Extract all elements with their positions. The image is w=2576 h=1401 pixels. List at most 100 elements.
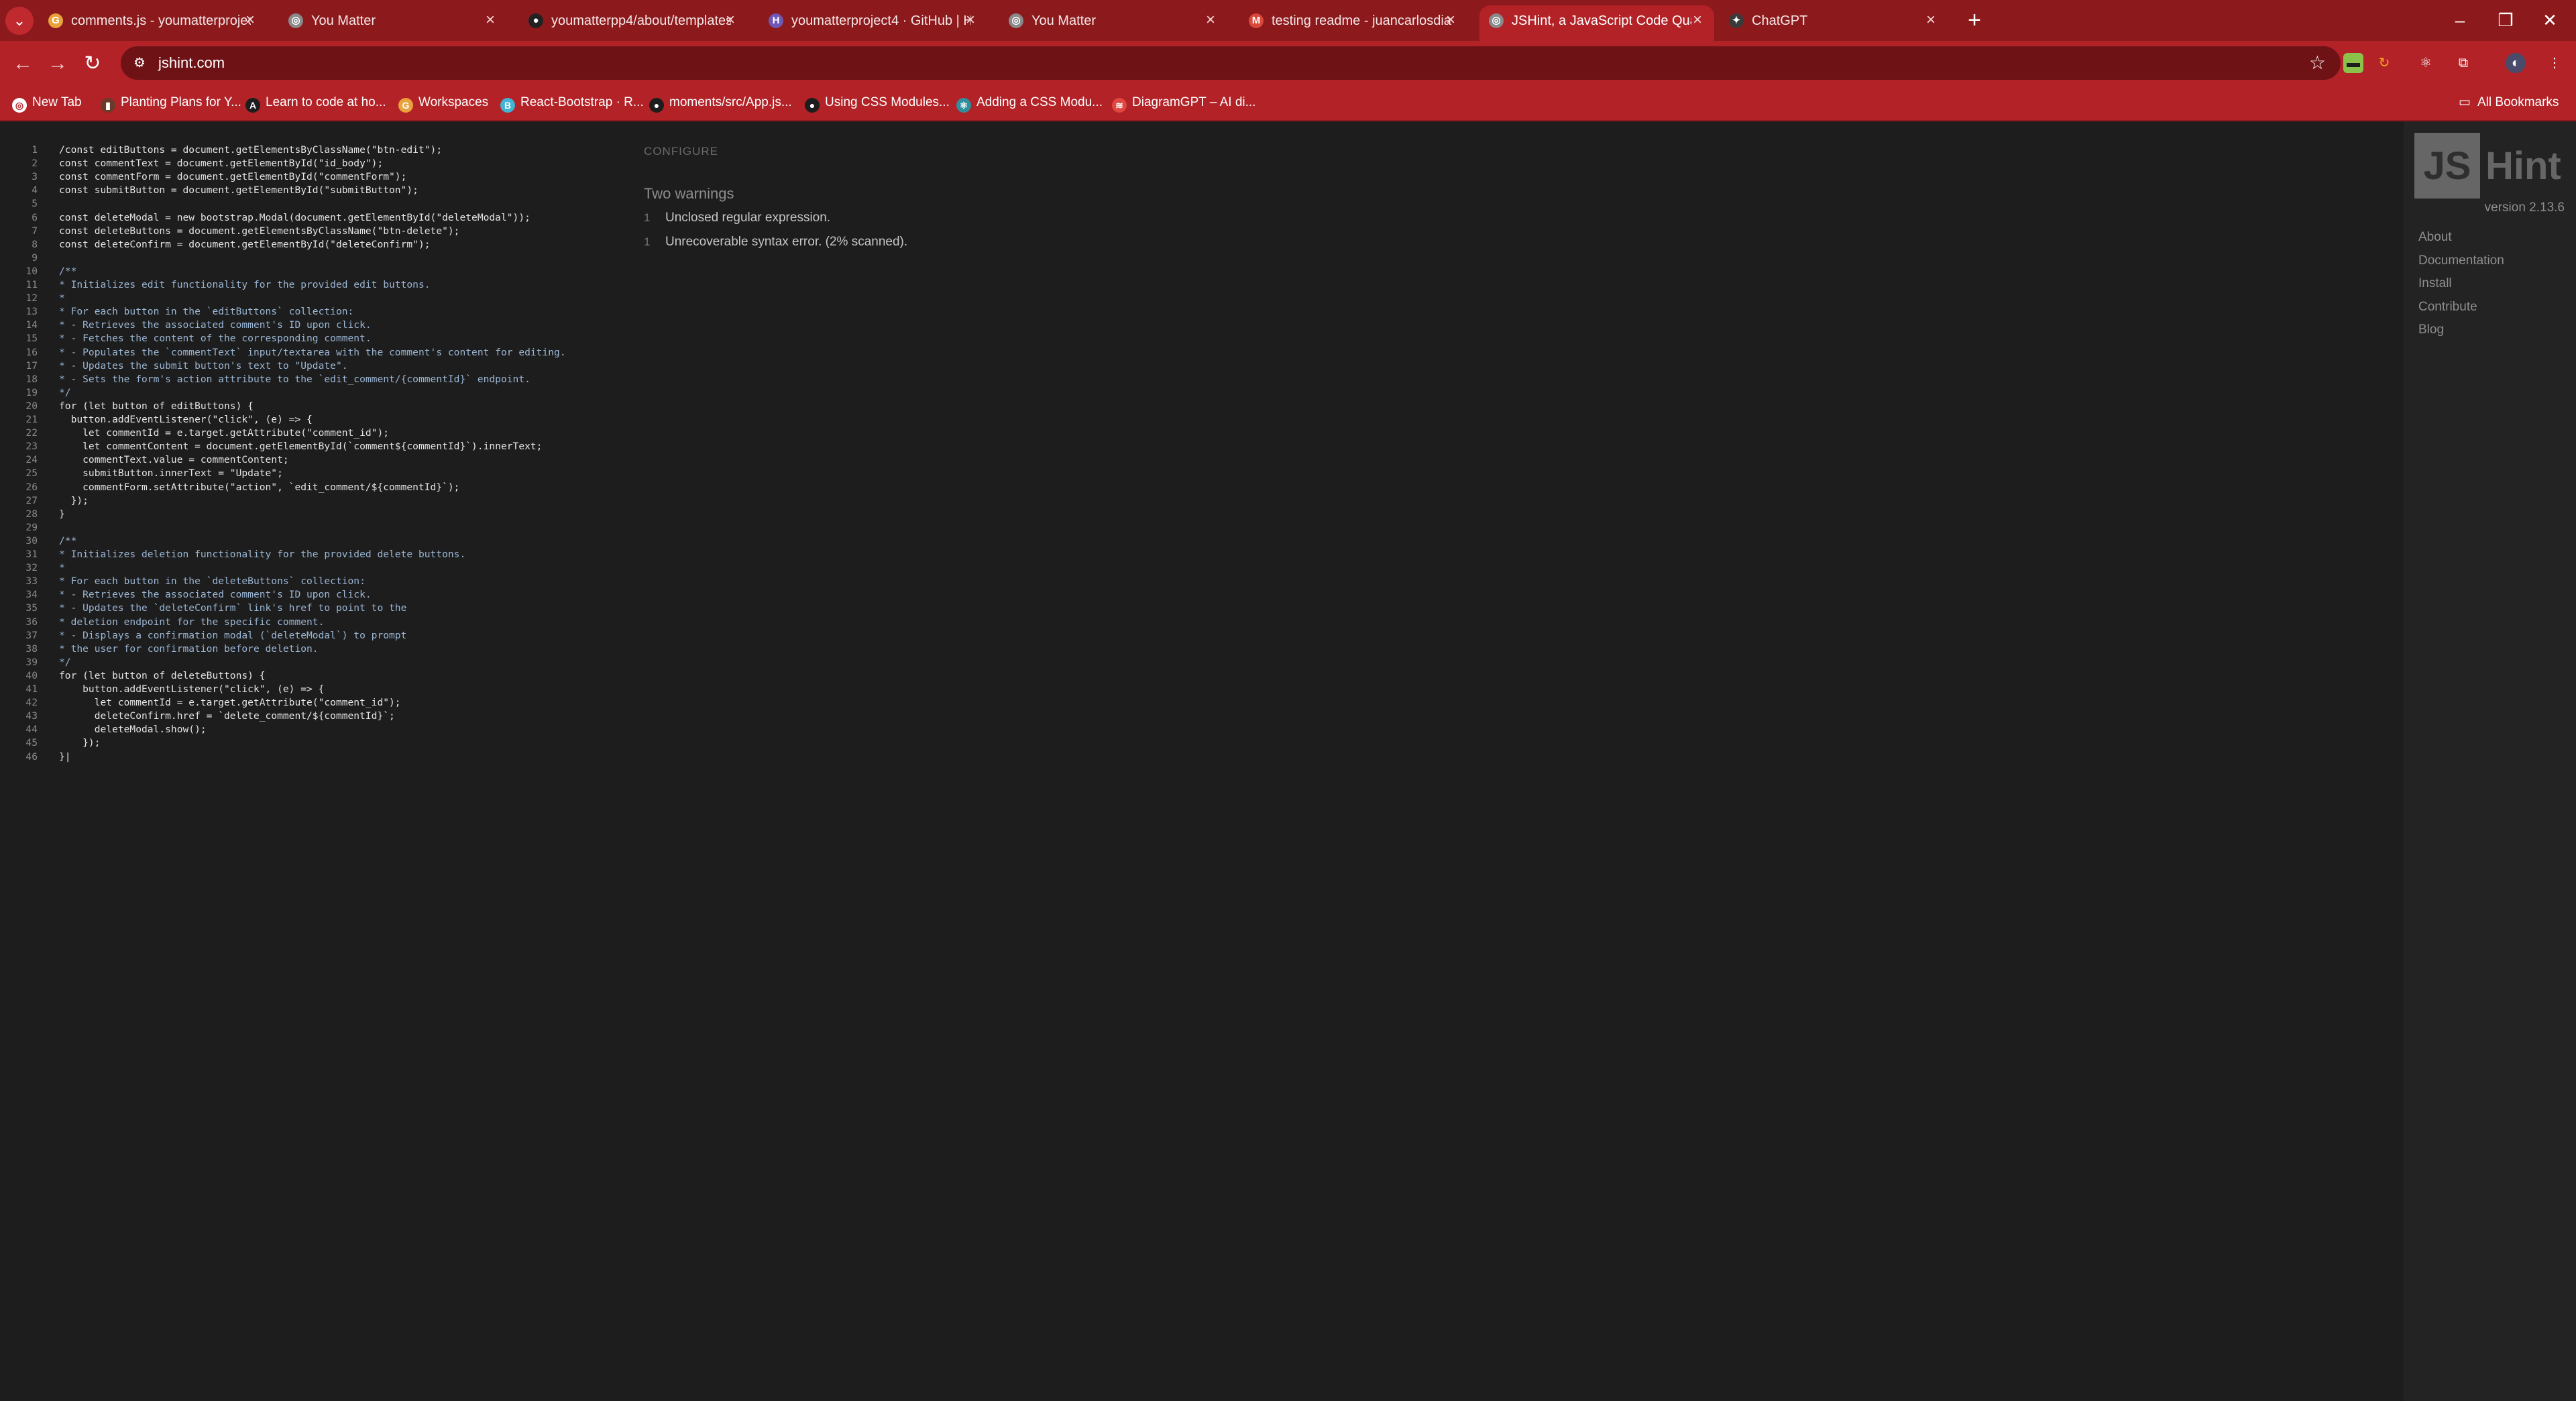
line-number: 25 [25, 467, 38, 480]
warning-item: 1 Unclosed regular expression. [644, 209, 830, 227]
report-title: Two warnings [644, 185, 734, 202]
jshint-logo[interactable]: JS Hint [2414, 133, 2563, 200]
menu-kebab-icon[interactable]: ⋮ [2544, 53, 2565, 73]
close-tab-icon[interactable]: × [486, 12, 495, 28]
sidebar-link-install[interactable]: Install [2418, 276, 2452, 291]
arrow-left-icon: ← [13, 52, 33, 74]
tab[interactable]: Mtesting readme - juancarlosdiaz × [1239, 5, 1467, 36]
code-text: */ [59, 656, 71, 668]
extension-chat-icon[interactable]: ▬ [2343, 53, 2363, 73]
bookmark-item[interactable]: G Workspaces [398, 93, 488, 113]
close-tab-icon[interactable]: × [1206, 12, 1215, 28]
code-editor[interactable]: 1/const editButtons = document.getElemen… [0, 134, 624, 805]
bookmark-item[interactable]: A Learn to code at ho... [245, 93, 386, 113]
code-text: }); [59, 737, 101, 749]
code-text: let commentContent = document.getElement… [59, 441, 543, 453]
line-number: 7 [32, 225, 38, 237]
tab[interactable]: ● youmatterpp4/about/templates × [519, 5, 747, 36]
code-text: const deleteModal = new bootstrap.Modal(… [59, 211, 530, 223]
line-number: 3 [32, 171, 38, 183]
code-text: commentForm.setAttribute("action", `edit… [59, 481, 460, 493]
warning-line-number: 1 [644, 211, 651, 224]
code-text: * For each button in the `deleteButtons`… [59, 575, 366, 587]
minimize-icon: – [2455, 10, 2465, 30]
tab[interactable]: ◎ JSHint, a JavaScript Code Quality Tool× [1479, 5, 1714, 41]
bookmark-item[interactable]: ◎ New Tab [12, 93, 82, 113]
warning-item: 1 Unrecoverable syntax error. (2% scanned… [644, 233, 907, 251]
url-text[interactable]: jshint.com [158, 54, 225, 72]
back-button[interactable]: ← [9, 50, 36, 77]
close-tab-icon[interactable]: × [966, 12, 975, 28]
tab[interactable]: ◎ You Matter × [999, 5, 1227, 36]
line-number: 22 [25, 427, 38, 439]
line-number: 11 [25, 279, 38, 290]
bookmark-item[interactable]: ⚛ Adding a CSS Modu... [956, 93, 1103, 113]
site-settings-icon[interactable]: ⚙ [131, 55, 148, 71]
tab-title: JSHint, a JavaScript Code Quality Tool [1512, 13, 1691, 28]
tab-search-button[interactable]: ⌄ [5, 7, 34, 35]
bookmark-item[interactable]: ≋ DiagramGPT – AI di... [1112, 93, 1255, 113]
new-tab-button[interactable]: + [1961, 8, 1988, 35]
bookmark-label: Adding a CSS Modu... [976, 95, 1103, 109]
tab-title: youmatterpp4/about/templates [551, 13, 731, 28]
line-number: 32 [25, 562, 38, 574]
code-text: deleteConfirm.href = `delete_comment/${c… [59, 710, 395, 722]
bookmark-label: DiagramGPT – AI di... [1132, 95, 1256, 109]
tab[interactable]: Gcomments.js - youmatterproject × [39, 5, 267, 36]
close-tab-icon[interactable]: × [1446, 12, 1455, 28]
google-cloud-icon: G [48, 13, 63, 28]
all-bookmarks-button[interactable]: ▭ All Bookmarks [2459, 93, 2559, 113]
bookmark-item[interactable]: ▮ Planting Plans for Y... [101, 93, 241, 113]
line-number: 20 [25, 400, 38, 412]
forward-button[interactable]: → [44, 50, 71, 77]
logo-hint: Hint [2485, 144, 2561, 188]
line-number: 44 [25, 724, 38, 736]
code-text: deleteModal.show(); [59, 724, 207, 736]
globe-icon: ◎ [1009, 13, 1023, 28]
extension-refresh-icon[interactable]: ↻ [2374, 53, 2394, 73]
line-number: 24 [25, 454, 38, 466]
code-text: }| [59, 750, 71, 763]
configure-link[interactable]: CONFIGURE [644, 145, 718, 158]
close-tab-icon[interactable]: × [1693, 12, 1702, 28]
reload-button[interactable]: ↻ [79, 50, 106, 77]
bookmark-item[interactable]: B React-Bootstrap · R... [500, 93, 644, 113]
sidebar-link-documentation[interactable]: Documentation [2418, 254, 2504, 268]
tab[interactable]: ◎ You Matter × [279, 5, 507, 36]
chevron-down-icon: ⌄ [13, 12, 26, 29]
bookmark-label: moments/src/App.js... [669, 95, 792, 109]
line-number: 4 [32, 184, 38, 197]
close-tab-icon[interactable]: × [245, 12, 255, 28]
restore-button[interactable]: ❐ [2485, 7, 2526, 34]
bookmark-star-icon[interactable]: ☆ [2309, 52, 2326, 74]
tab-title: You Matter [311, 13, 376, 28]
sidebar-link-blog[interactable]: Blog [2418, 323, 2444, 337]
line-number: 29 [25, 521, 38, 533]
bookmark-item[interactable]: ● Using CSS Modules... [805, 93, 950, 113]
address-bar[interactable]: ⚙ jshint.com ☆ [121, 46, 2341, 80]
reload-icon: ↻ [84, 52, 101, 74]
extension-react-icon[interactable]: ⚛ [2416, 53, 2436, 73]
minimize-button[interactable]: – [2440, 7, 2480, 34]
toolbar: ← → ↻ ⚙ jshint.com ☆ ▬ ↻ ⚛ ⧉ ◐ ⋮ [0, 41, 2576, 85]
close-tab-icon[interactable]: × [726, 12, 735, 28]
extensions-puzzle-icon[interactable]: ⧉ [2453, 53, 2473, 73]
close-window-button[interactable]: ✕ [2530, 7, 2570, 34]
profile-avatar[interactable]: ◐ [2506, 53, 2526, 73]
code-text: * - Fetches the content of the correspon… [59, 333, 372, 345]
globe-icon: ◎ [12, 98, 27, 113]
code-text: submitButton.innerText = "Update"; [59, 467, 283, 480]
sidebar-link-about[interactable]: About [2418, 230, 2452, 245]
sidebar-link-contribute[interactable]: Contribute [2418, 300, 2477, 315]
line-number: 5 [32, 198, 38, 210]
tab[interactable]: ✦ ChatGPT × [1720, 5, 1948, 36]
heroku-icon: H [769, 13, 783, 28]
bookmarks-bar: ◎ New Tab ▮ Planting Plans for Y... A Learn t… [0, 85, 2576, 121]
line-number: 30 [25, 535, 38, 547]
line-number: 42 [25, 697, 38, 709]
bookmark-label: Planting Plans for Y... [121, 95, 241, 109]
bookmark-item[interactable]: ● moments/src/App.js... [649, 93, 792, 113]
bookmark-label: Learn to code at ho... [266, 95, 386, 109]
close-tab-icon[interactable]: × [1926, 12, 1936, 28]
tab[interactable]: Hyoumatterproject4 · GitHub | Heroku× [759, 5, 987, 36]
